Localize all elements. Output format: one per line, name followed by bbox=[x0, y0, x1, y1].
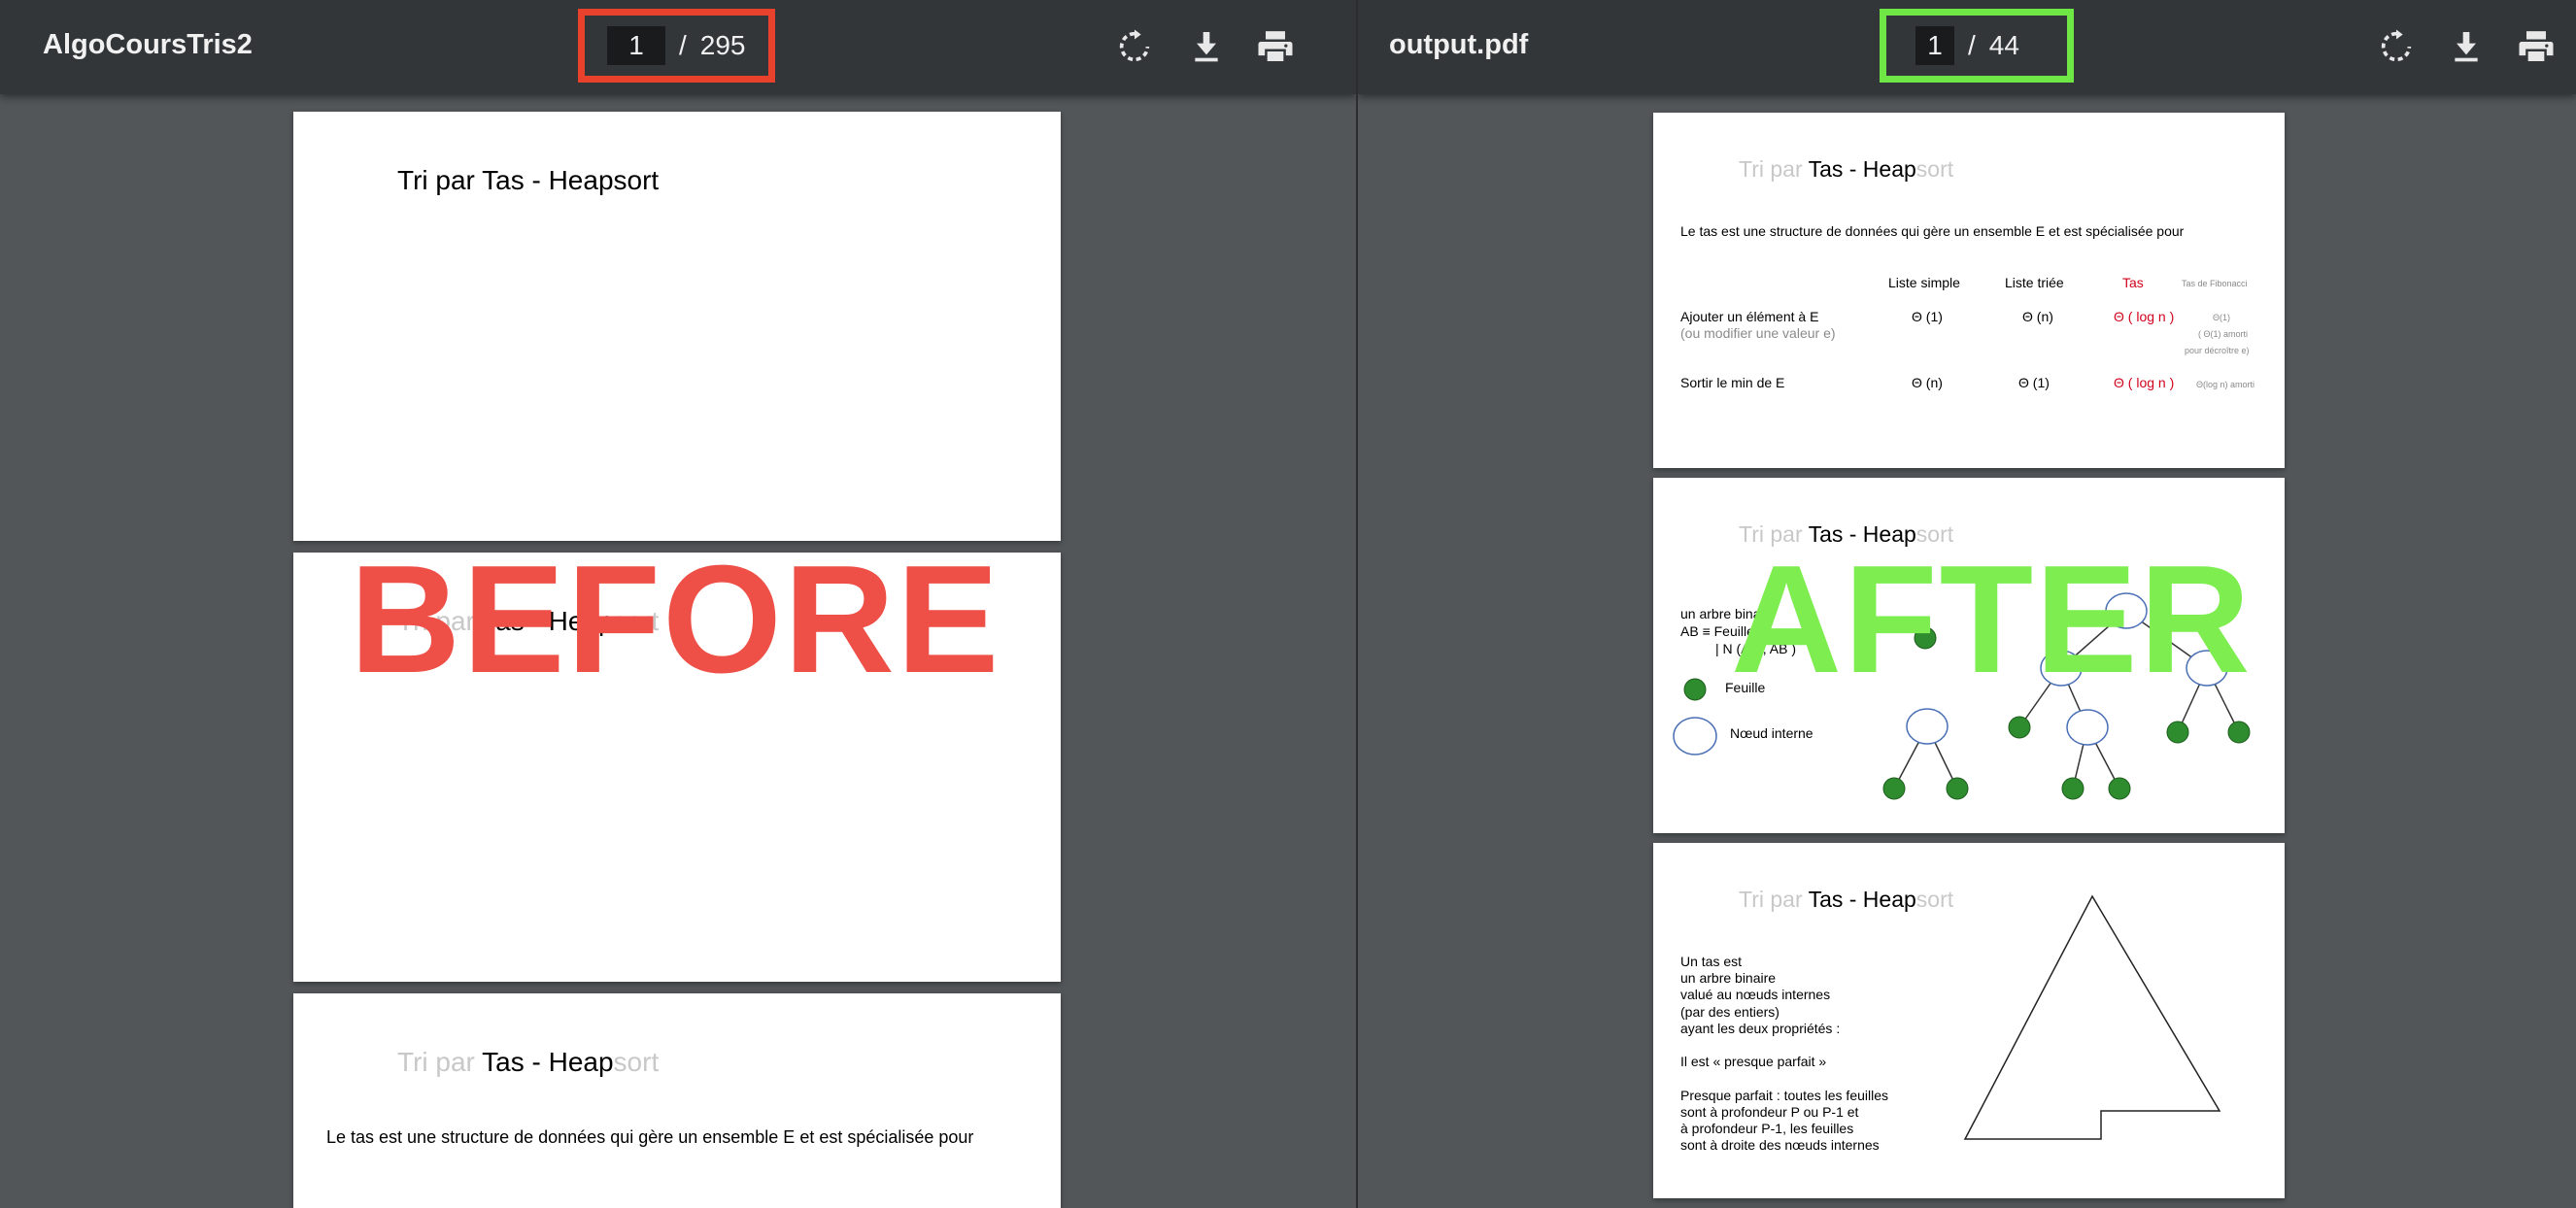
download-icon[interactable] bbox=[1187, 27, 1226, 66]
leaf-node bbox=[2166, 721, 2189, 744]
table-cell: Θ(1) bbox=[2213, 313, 2230, 322]
table-cell: ( Θ(1) amorti bbox=[2198, 329, 2249, 339]
legend-node-symbol bbox=[1673, 717, 1717, 755]
slide-body-text: Le tas est une structure de données qui … bbox=[326, 1127, 974, 1147]
table-cell: Θ (n) bbox=[1912, 375, 1943, 390]
row-label: Ajouter un élément à E bbox=[1680, 309, 1819, 324]
table-cell: Θ ( log n ) bbox=[2114, 309, 2175, 324]
column-header: Liste triée bbox=[2005, 275, 2064, 290]
left-page-separator: / bbox=[679, 30, 687, 60]
left-page-total: 295 bbox=[699, 30, 746, 60]
right-slide-page-1: Tri par Tas - Heapsort Le tas est une st… bbox=[1653, 113, 2285, 468]
table-cell: Θ ( log n ) bbox=[2114, 375, 2175, 390]
right-page-indicator: 1 / 44 bbox=[1880, 9, 2074, 83]
leaf-node bbox=[2108, 777, 2131, 800]
left-page-indicator: 1 / 295 bbox=[578, 9, 775, 83]
slide-title: Tri par Tas - Heapsort bbox=[397, 165, 660, 195]
download-icon[interactable] bbox=[2447, 27, 2486, 66]
print-icon[interactable] bbox=[1256, 27, 1295, 66]
leaf-node bbox=[2061, 777, 2085, 800]
left-slide-page-1: Tri par Tas - Heapsort bbox=[293, 112, 1061, 541]
table-cell: Θ (1) bbox=[1912, 309, 1943, 324]
right-document-title: output.pdf bbox=[1389, 29, 1529, 60]
right-page-separator: / bbox=[1968, 30, 1976, 60]
slide-title: Tri par Tas - Heapsort bbox=[397, 1047, 660, 1077]
right-slide-page-3: Tri par Tas - Heapsort Un tas est un arb… bbox=[1653, 843, 2285, 1198]
row-label: Sortir le min de E bbox=[1680, 375, 1785, 390]
leaf-node bbox=[1882, 777, 1906, 800]
column-header: Liste simple bbox=[1888, 275, 1960, 290]
comparison-screenshot: AlgoCoursTris2 1 / 295 Tri par Tas - Hea… bbox=[0, 0, 2576, 1208]
legend-leaf-symbol bbox=[1683, 678, 1707, 701]
column-header: Tas de Fibonacci bbox=[2182, 279, 2248, 288]
after-overlay-label: AFTER bbox=[1731, 534, 2253, 705]
table-cell: Θ (1) bbox=[2018, 375, 2050, 390]
table-cell: Θ (n) bbox=[2022, 309, 2053, 324]
left-page-number-input[interactable]: 1 bbox=[607, 26, 665, 65]
before-overlay-label: BEFORE bbox=[350, 534, 1001, 705]
slide-title: Tri par Tas - Heapsort bbox=[1739, 156, 1954, 182]
leaf-node bbox=[2227, 721, 2251, 744]
left-slide-page-3: Tri par Tas - Heapsort Le tas est une st… bbox=[293, 993, 1061, 1208]
leaf-node bbox=[2008, 716, 2031, 739]
right-page-number-input[interactable]: 1 bbox=[1915, 26, 1954, 65]
slide-intro-text: Le tas est une structure de données qui … bbox=[1680, 223, 2185, 239]
rotate-icon[interactable] bbox=[2377, 27, 2416, 66]
internal-node bbox=[2066, 709, 2109, 746]
table-cell: pour décroître e) bbox=[2185, 346, 2250, 355]
internal-node bbox=[1906, 708, 1949, 745]
table-cell: Θ(log n) amorti bbox=[2196, 380, 2255, 389]
row-sublabel: (ou modifier une valeur e) bbox=[1680, 325, 1836, 341]
column-header: Tas bbox=[2122, 275, 2144, 290]
left-toolbar: AlgoCoursTris2 1 / 295 bbox=[0, 0, 1356, 94]
left-document-title: AlgoCoursTris2 bbox=[43, 29, 253, 60]
right-toolbar: output.pdf 1 / 44 bbox=[1358, 0, 2576, 94]
leaf-node bbox=[1946, 777, 1969, 800]
print-icon[interactable] bbox=[2517, 27, 2556, 66]
right-page-total: 44 bbox=[1988, 30, 2019, 60]
rotate-icon[interactable] bbox=[1115, 27, 1154, 66]
heap-shape-diagram bbox=[1963, 894, 2221, 1140]
